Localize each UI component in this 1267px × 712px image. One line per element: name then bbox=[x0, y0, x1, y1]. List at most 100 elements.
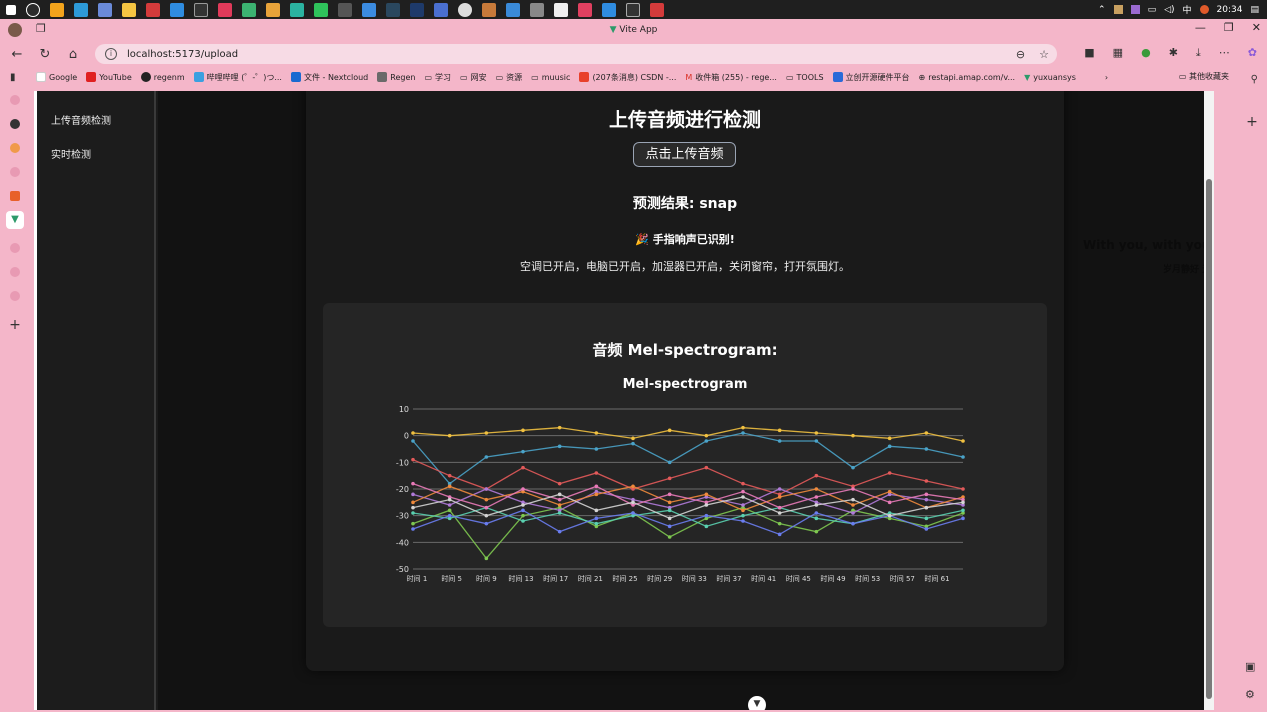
bookmark-other-folder[interactable]: ▭ 其他收藏夹 bbox=[1179, 71, 1229, 82]
app-icon[interactable] bbox=[506, 2, 520, 17]
folder-icon[interactable] bbox=[122, 2, 136, 17]
bookmark-youtube[interactable]: YouTube bbox=[86, 72, 132, 82]
bookmark-regen[interactable]: Regen bbox=[377, 72, 415, 82]
input-language[interactable]: 中 bbox=[1183, 3, 1192, 16]
app-icon[interactable] bbox=[194, 2, 208, 17]
notification-icon[interactable]: ▤ bbox=[1250, 5, 1259, 15]
upload-audio-button[interactable]: 点击上传音频 bbox=[633, 142, 736, 167]
chevron-up-icon[interactable]: ⌃ bbox=[1098, 5, 1106, 15]
bookmark-folder-study[interactable]: ▭ 学习 bbox=[424, 72, 451, 83]
copilot-icon[interactable]: ✿ bbox=[1248, 46, 1257, 60]
app-icon[interactable] bbox=[410, 2, 424, 17]
volume-icon[interactable]: ◁) bbox=[1164, 5, 1174, 15]
zoom-icon[interactable]: ⊖ bbox=[1016, 48, 1025, 61]
bookmark-yuxuansys[interactable]: ▼ yuxuansys bbox=[1024, 73, 1076, 82]
more-menu-icon[interactable]: ⋯ bbox=[1219, 46, 1230, 60]
add-icon[interactable]: + bbox=[1237, 114, 1267, 130]
extension-icon[interactable]: ■ bbox=[1084, 46, 1094, 60]
search-icon[interactable] bbox=[26, 2, 40, 17]
bookmark-nextcloud[interactable]: 文件 - Nextcloud bbox=[290, 72, 368, 83]
clock[interactable]: 20:34 bbox=[1217, 5, 1243, 15]
globe-icon[interactable] bbox=[10, 243, 20, 253]
network-icon[interactable]: ▭ bbox=[1148, 5, 1157, 15]
tab-favicon-icon[interactable] bbox=[10, 95, 20, 105]
vite-tab-icon[interactable]: ▼ bbox=[6, 211, 24, 229]
wechat-icon[interactable] bbox=[314, 2, 328, 17]
data-point bbox=[704, 492, 709, 497]
home-icon[interactable]: ⌂ bbox=[59, 47, 87, 62]
app-icon[interactable] bbox=[530, 2, 544, 17]
edge-icon[interactable] bbox=[74, 2, 88, 17]
data-point bbox=[814, 511, 819, 515]
bookmark-folder-resources[interactable]: ▭ 资源 bbox=[496, 72, 523, 83]
bookmark-bilibili[interactable]: 哔哩哔哩 (゜-゜)つ... bbox=[193, 72, 282, 83]
bookmark-google[interactable]: Google bbox=[36, 72, 77, 82]
github-icon bbox=[140, 72, 151, 82]
app-icon[interactable] bbox=[650, 2, 664, 17]
app-icon[interactable] bbox=[218, 2, 232, 17]
minimize-icon[interactable]: — bbox=[1195, 21, 1206, 34]
bookmark-amap[interactable]: ⊕ restapi.amap.com/v... bbox=[919, 73, 1016, 82]
x-tick-label: 时间 37 bbox=[716, 574, 741, 583]
address-bar[interactable]: i localhost:5173/upload ⊖ ☆ bbox=[95, 44, 1057, 64]
screen-icon[interactable]: ▣ bbox=[1245, 660, 1255, 673]
steam-icon[interactable] bbox=[386, 2, 400, 17]
qr-code-icon[interactable]: ▦ bbox=[1113, 46, 1123, 60]
app-icon[interactable] bbox=[434, 2, 448, 17]
app-icon[interactable] bbox=[554, 2, 568, 17]
tab-favicon-icon[interactable] bbox=[10, 119, 20, 129]
scroll-down-icon[interactable]: ▼ bbox=[748, 696, 766, 710]
sidebar-item-upload[interactable]: 上传音频检测 bbox=[37, 105, 154, 139]
site-info-icon[interactable]: i bbox=[105, 48, 117, 60]
globe-icon[interactable] bbox=[10, 291, 20, 301]
google-icon[interactable] bbox=[10, 143, 20, 153]
tray-app-icon[interactable] bbox=[1113, 5, 1123, 14]
bookmark-regenm[interactable]: regenm bbox=[140, 72, 185, 82]
app-icon[interactable] bbox=[338, 2, 352, 17]
extension-icon[interactable]: ● bbox=[1141, 46, 1151, 60]
bookmark-folder-security[interactable]: ▭ 网安 bbox=[460, 72, 487, 83]
app-icon[interactable] bbox=[146, 2, 160, 17]
tray-app-icon[interactable] bbox=[1199, 5, 1209, 14]
bookmark-folder-tools[interactable]: ▭ TOOLS bbox=[786, 73, 824, 82]
app-icon[interactable] bbox=[290, 2, 304, 17]
data-point bbox=[521, 503, 525, 507]
search-icon[interactable] bbox=[10, 167, 20, 177]
extensions-puzzle-icon[interactable]: ✱ bbox=[1169, 46, 1178, 60]
close-icon[interactable]: ✕ bbox=[1252, 21, 1261, 34]
tray-app-icon[interactable] bbox=[1130, 5, 1140, 14]
csdn-icon[interactable] bbox=[10, 191, 20, 201]
refresh-icon[interactable]: ↻ bbox=[31, 47, 59, 62]
vscode-icon[interactable] bbox=[170, 2, 184, 17]
bookmark-gmail[interactable]: M 收件箱 (255) - rege... bbox=[685, 72, 777, 83]
app-icon[interactable] bbox=[98, 2, 112, 17]
app-icon[interactable] bbox=[266, 2, 280, 17]
app-icon[interactable] bbox=[362, 2, 376, 17]
app-icon[interactable] bbox=[458, 2, 472, 17]
url-text[interactable]: localhost:5173/upload bbox=[127, 49, 238, 60]
windows-start-icon[interactable] bbox=[6, 4, 16, 15]
app-icon[interactable] bbox=[578, 2, 592, 17]
restore-icon[interactable]: ❐ bbox=[1224, 21, 1234, 34]
favorite-star-icon[interactable]: ☆ bbox=[1039, 48, 1049, 61]
scrollbar-thumb[interactable] bbox=[1206, 179, 1212, 699]
new-tab-icon[interactable]: + bbox=[0, 317, 30, 333]
gear-icon[interactable]: ⚙ bbox=[1245, 688, 1255, 701]
data-point bbox=[704, 433, 709, 438]
bookmark-csdn[interactable]: (207条消息) CSDN -... bbox=[579, 72, 676, 83]
globe-icon[interactable] bbox=[10, 267, 20, 277]
bookmarks-overflow-icon[interactable]: › bbox=[1105, 73, 1108, 82]
terminal-icon[interactable] bbox=[626, 2, 640, 17]
search-icon[interactable]: ⚲ bbox=[1251, 74, 1258, 85]
data-point bbox=[924, 505, 929, 510]
app-icon[interactable] bbox=[482, 2, 496, 17]
bookmark-folder-music[interactable]: ▭ muusic bbox=[531, 73, 570, 82]
back-icon[interactable]: ← bbox=[3, 47, 31, 62]
downloads-icon[interactable]: ⤓ bbox=[1196, 46, 1201, 60]
bookmark-lceda[interactable]: 立创开源硬件平台 bbox=[832, 72, 910, 83]
app-icon[interactable] bbox=[242, 2, 256, 17]
sidebar-item-realtime[interactable]: 实时检测 bbox=[37, 139, 154, 173]
page-scrollbar[interactable] bbox=[1204, 91, 1214, 710]
vscode-icon[interactable] bbox=[602, 2, 616, 17]
app-icon[interactable] bbox=[50, 2, 64, 17]
